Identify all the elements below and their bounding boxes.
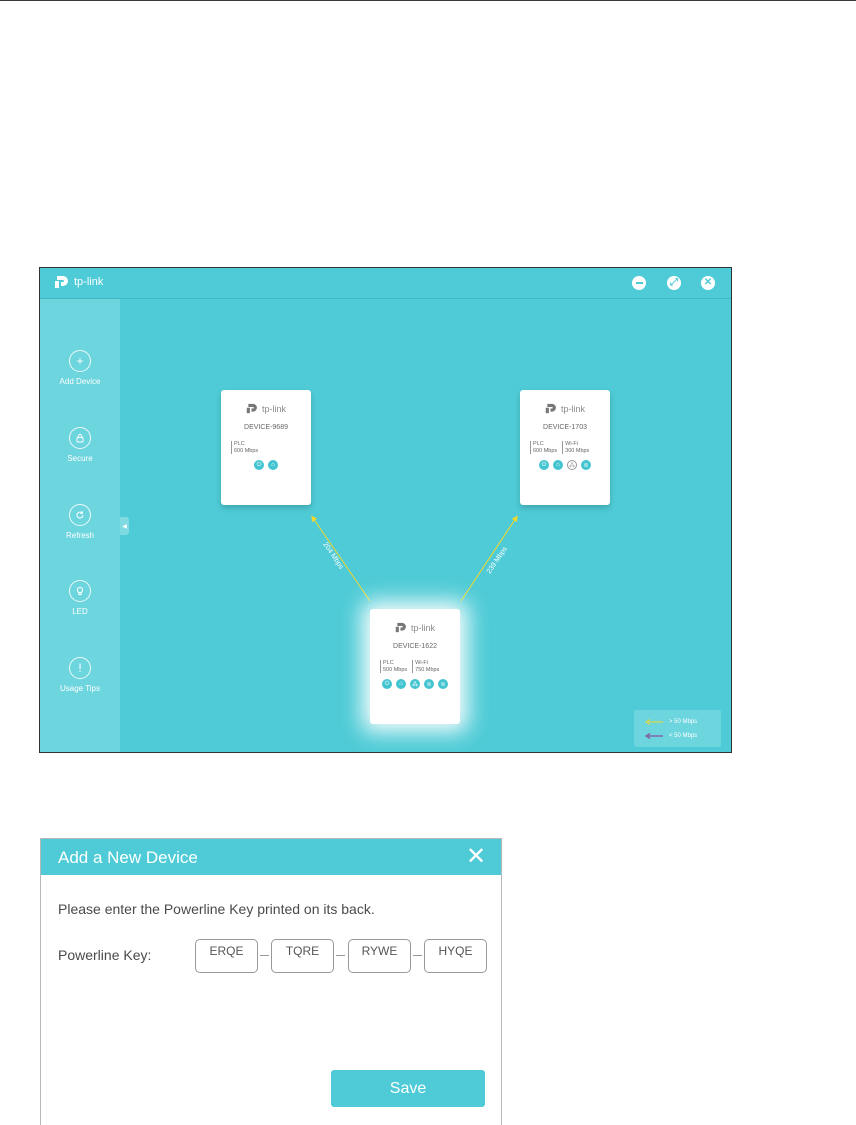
device-icons: ⏻ ⌂ ⁂ ≋ xyxy=(520,460,610,471)
wifi-icon[interactable]: ≋ xyxy=(438,679,448,690)
legend-label: > 50 Mbps xyxy=(669,719,698,725)
stat-rate: 750 Mbps xyxy=(415,666,440,673)
device-icons: ⏻ ⌂ ⁂ ≋ ≋ xyxy=(370,679,460,690)
legend-arrow-yellow xyxy=(645,719,663,725)
tplink-logo-icon xyxy=(246,403,257,414)
powerline-key-field-2[interactable] xyxy=(271,939,334,973)
stat-rate: 300 Mbps xyxy=(565,447,590,454)
speed-legend: > 50 Mbps < 50 Mbps xyxy=(634,710,721,747)
tplink-logo: tp-link xyxy=(221,403,311,414)
logo-text: tp-link xyxy=(261,403,286,414)
stat-type: PLC xyxy=(383,660,394,666)
tplink-logo: tp-link xyxy=(520,403,610,414)
powerline-key-field-3[interactable] xyxy=(348,939,411,973)
legend-arrow-purple xyxy=(645,733,663,739)
device-name: DEVICE-1703 xyxy=(543,424,587,431)
tplink-logo-icon xyxy=(545,403,556,414)
utility-window: tp-link ⤢ ✕ + Add Device Secure Refresh … xyxy=(39,267,732,753)
key-separator xyxy=(336,955,345,956)
tplink-logo-icon xyxy=(395,622,406,633)
powerline-key-field-1[interactable] xyxy=(195,939,258,973)
link-label-1: 204 Mbps xyxy=(321,541,344,571)
key-separator xyxy=(413,955,422,956)
stat-type: Wi-Fi xyxy=(415,660,428,666)
legend-item-slow: < 50 Mbps xyxy=(645,733,697,739)
network-icon[interactable]: ⁂ xyxy=(410,679,420,690)
stat-type: PLC xyxy=(234,441,245,447)
link-line-1 xyxy=(311,515,371,602)
device-icons: ⏻ ⌂ xyxy=(221,460,311,471)
tplink-logo: tp-link xyxy=(370,622,460,633)
home-icon[interactable]: ⌂ xyxy=(396,679,406,690)
top-rule xyxy=(0,0,856,1)
stat-plc: PLC 600 Mbps xyxy=(231,441,259,455)
device-stats: PLC 600 Mbps Wi-Fi 300 Mbps xyxy=(530,441,610,455)
dialog-title: Add a New Device xyxy=(58,848,198,867)
power-icon[interactable]: ⏻ xyxy=(382,679,392,690)
stat-wifi: Wi-Fi 750 Mbps xyxy=(412,660,440,674)
logo-text: tp-link xyxy=(560,403,585,414)
add-device-dialog: Add a New Device ✕ Please enter the Powe… xyxy=(40,838,502,1125)
logo-text: tp-link xyxy=(410,622,435,633)
network-icon[interactable]: ⁂ xyxy=(567,460,577,471)
stat-plc: PLC 500 Mbps xyxy=(380,660,408,674)
device-card-1703[interactable]: tp-link DEVICE-1703 PLC 600 Mbps Wi-Fi 3… xyxy=(520,390,610,505)
home-icon[interactable]: ⌂ xyxy=(553,460,563,471)
device-card-9689[interactable]: tp-link DEVICE-9689 PLC 600 Mbps ⏻ ⌂ xyxy=(221,390,311,505)
stat-rate: 500 Mbps xyxy=(383,666,408,673)
wifi-icon[interactable]: ≋ xyxy=(581,460,591,471)
legend-item-fast: > 50 Mbps xyxy=(645,719,697,725)
dialog-header: Add a New Device ✕ xyxy=(41,839,501,875)
close-icon[interactable]: ✕ xyxy=(466,845,486,869)
device-stats: PLC 600 Mbps xyxy=(231,441,311,455)
power-icon[interactable]: ⏻ xyxy=(254,460,264,471)
stat-rate: 600 Mbps xyxy=(533,447,558,454)
home-icon[interactable]: ⌂ xyxy=(268,460,278,471)
device-card-1622[interactable]: tp-link DEVICE-1622 PLC 500 Mbps Wi-Fi 7… xyxy=(370,609,460,724)
device-stats: PLC 500 Mbps Wi-Fi 750 Mbps xyxy=(380,660,460,674)
stat-plc: PLC 600 Mbps xyxy=(530,441,558,455)
save-button[interactable]: Save xyxy=(331,1070,485,1107)
link-line-2 xyxy=(460,515,518,602)
power-icon[interactable]: ⏻ xyxy=(539,460,549,471)
stat-rate: 600 Mbps xyxy=(234,447,259,454)
stat-type: Wi-Fi xyxy=(565,441,578,447)
powerline-key-field-4[interactable] xyxy=(424,939,487,973)
stat-type: PLC xyxy=(533,441,544,447)
key-separator xyxy=(260,955,269,956)
powerline-key-label: Powerline Key: xyxy=(58,947,152,963)
device-name: DEVICE-9689 xyxy=(244,424,288,431)
legend-label: < 50 Mbps xyxy=(669,733,698,739)
dialog-prompt: Please enter the Powerline Key printed o… xyxy=(58,901,375,917)
device-name: DEVICE-1622 xyxy=(393,643,437,650)
stat-wifi: Wi-Fi 300 Mbps xyxy=(562,441,590,455)
wifi-icon[interactable]: ≋ xyxy=(424,679,434,690)
link-label-2: 239 Mbps xyxy=(486,545,509,575)
